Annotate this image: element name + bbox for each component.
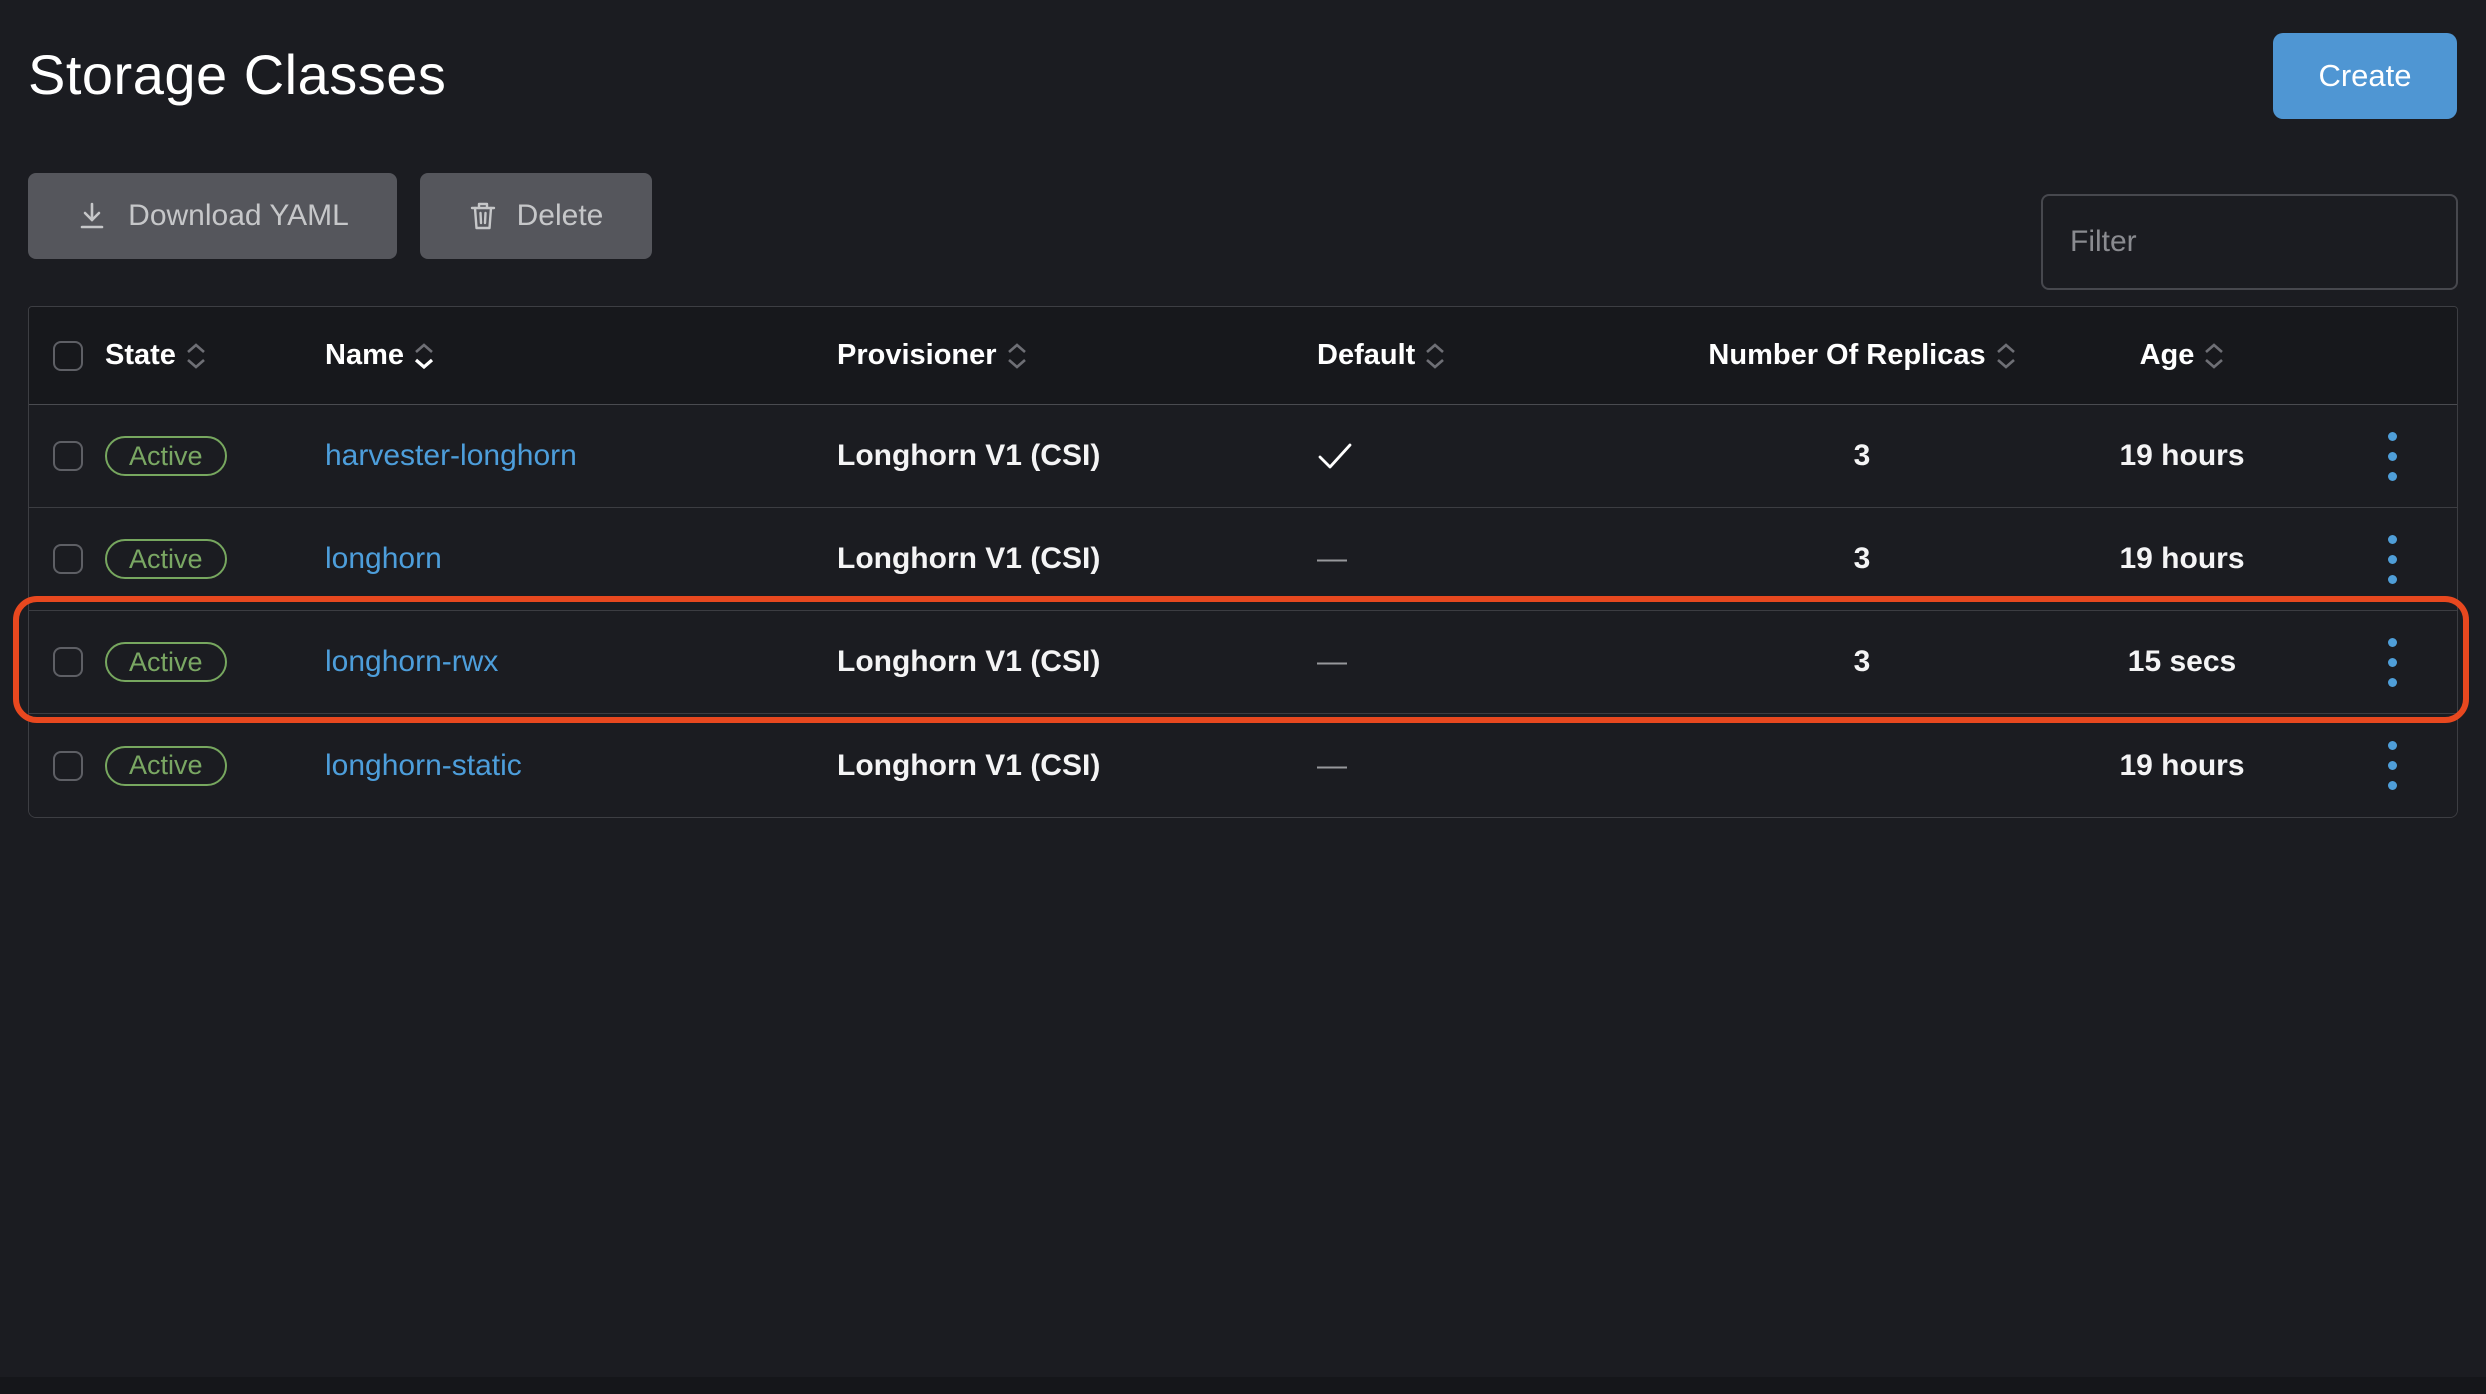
not-default-dash: — (1317, 645, 1347, 678)
state-badge: Active (105, 539, 227, 579)
select-all-checkbox[interactable] (53, 340, 83, 371)
provisioner-text: Longhorn V1 (CSI) (837, 748, 1101, 782)
row-actions-button[interactable] (2374, 628, 2411, 697)
replicas-value: 3 (1853, 439, 1871, 472)
column-header-provisioner[interactable]: Provisioner (837, 339, 1317, 372)
trash-icon (469, 200, 497, 232)
sort-chevrons-icon (1007, 342, 1027, 369)
column-header-replicas[interactable]: Number Of Replicas (1687, 339, 2037, 372)
row-actions-button[interactable] (2374, 731, 2411, 800)
filter-input[interactable] (2041, 194, 2458, 290)
provisioner-text: Longhorn V1 (CSI) (837, 645, 1101, 678)
column-header-name[interactable]: Name (325, 339, 837, 372)
storage-classes-page: Storage Classes Create Download YAML Del… (0, 0, 2486, 1394)
bottom-strip (0, 1377, 2486, 1394)
replicas-value: 3 (1853, 542, 1871, 575)
default-check-icon (1317, 442, 1353, 470)
state-badge: Active (105, 436, 227, 476)
column-header-default[interactable]: Default (1317, 339, 1687, 372)
age-value: 19 hours (2119, 748, 2245, 782)
download-icon (76, 200, 108, 232)
table-row-harvester-longhorn: Active harvester-longhorn Longhorn V1 (C… (29, 405, 2457, 508)
provisioner-text: Longhorn V1 (CSI) (837, 542, 1101, 575)
storage-classes-table: State Name Provisioner Default Number Of… (28, 306, 2458, 818)
storage-class-link[interactable]: longhorn-rwx (325, 645, 498, 679)
table-row-longhorn: Active longhorn Longhorn V1 (CSI) — 3 19… (29, 508, 2457, 611)
not-default-dash: — (1317, 542, 1347, 575)
table-body: Active harvester-longhorn Longhorn V1 (C… (29, 405, 2457, 817)
sort-chevrons-icon-active (414, 342, 434, 369)
storage-class-link[interactable]: longhorn (325, 542, 442, 576)
table-header-row: State Name Provisioner Default Number Of… (29, 307, 2457, 405)
sort-chevrons-icon (2204, 342, 2224, 369)
row-actions-button[interactable] (2374, 525, 2411, 594)
column-header-state[interactable]: State (105, 339, 325, 372)
download-yaml-button[interactable]: Download YAML (28, 173, 397, 259)
sort-chevrons-icon (1996, 342, 2016, 369)
row-checkbox[interactable] (53, 441, 83, 471)
delete-label: Delete (516, 199, 604, 232)
page-title: Storage Classes (28, 43, 447, 106)
state-badge: Active (105, 745, 227, 786)
not-default-dash: — (1317, 748, 1347, 782)
delete-button[interactable]: Delete (420, 173, 652, 259)
row-checkbox[interactable] (53, 647, 83, 677)
row-checkbox[interactable] (53, 750, 83, 781)
select-all-cell (29, 340, 105, 371)
sort-chevrons-icon (186, 342, 206, 369)
sort-chevrons-icon (1425, 342, 1445, 369)
column-header-age[interactable]: Age (2037, 339, 2327, 372)
row-checkbox[interactable] (53, 544, 83, 574)
storage-class-link[interactable]: harvester-longhorn (325, 439, 577, 473)
storage-class-link[interactable]: longhorn-static (325, 749, 522, 783)
state-badge: Active (105, 642, 227, 682)
table-row-longhorn-rwx: Active longhorn-rwx Longhorn V1 (CSI) — … (29, 611, 2457, 714)
table-row-longhorn-static: Active longhorn-static Longhorn V1 (CSI)… (29, 714, 2457, 817)
age-value: 19 hours (2119, 542, 2245, 575)
create-button[interactable]: Create (2273, 33, 2457, 119)
age-value: 19 hours (2119, 439, 2245, 472)
row-actions-button[interactable] (2374, 422, 2411, 491)
provisioner-text: Longhorn V1 (CSI) (837, 439, 1101, 472)
age-value: 15 secs (2127, 645, 2237, 678)
replicas-value: 3 (1853, 645, 1871, 678)
download-yaml-label: Download YAML (128, 199, 349, 232)
